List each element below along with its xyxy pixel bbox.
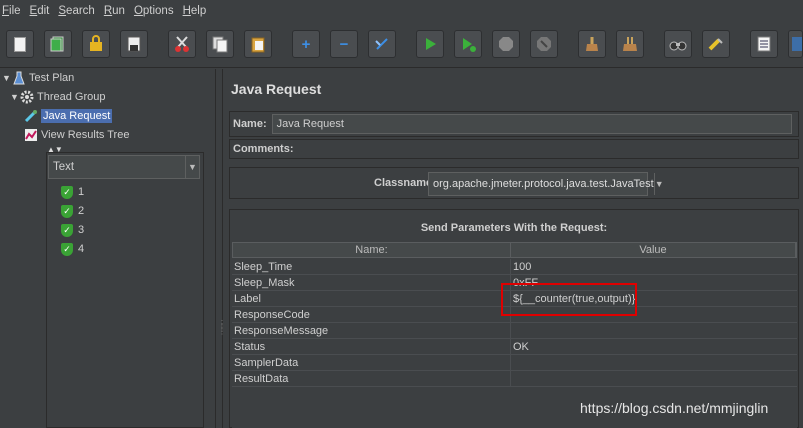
list-item[interactable]: ✓ 2 (61, 202, 84, 220)
param-value-cell[interactable] (511, 323, 797, 338)
menu-run[interactable]: Run (104, 5, 125, 17)
list-item-label: 1 (78, 186, 85, 198)
collapse-icon[interactable]: − (330, 30, 358, 58)
table-row[interactable]: Sleep_Time 100 (232, 259, 797, 275)
tree-item-label: View Results Tree (41, 129, 130, 141)
page-title: Java Request (231, 81, 322, 97)
cut-icon[interactable] (168, 30, 196, 58)
stop-icon[interactable] (492, 30, 520, 58)
name-row: Name: Java Request (229, 111, 799, 137)
table-row[interactable]: Status OK (232, 339, 797, 355)
start-icon[interactable] (416, 30, 444, 58)
list-item[interactable]: ✓ 1 (61, 183, 84, 201)
column-header-name[interactable]: Name: (233, 243, 512, 257)
menu-edit[interactable]: Edit (30, 5, 50, 17)
classname-row: Classname: org.apache.jmeter.protocol.ja… (229, 167, 799, 199)
test-plan-icon (12, 71, 26, 85)
start-no-pause-icon[interactable] (454, 30, 482, 58)
save-icon[interactable] (120, 30, 148, 58)
menu-bar: File Edit Search Run Options Help (0, 0, 803, 22)
highlight-annotation-box (501, 283, 637, 316)
success-shield-icon: ✓ (61, 204, 73, 218)
param-name-cell[interactable]: SamplerData (232, 355, 511, 370)
new-icon[interactable] (6, 30, 34, 58)
tree-item-label: Test Plan (29, 72, 75, 84)
param-name-cell[interactable]: Status (232, 339, 511, 354)
clear-all-icon[interactable] (616, 30, 644, 58)
toolbar: + − (0, 22, 803, 68)
list-item[interactable]: ✓ 4 (61, 240, 84, 258)
parameters-section: Send Parameters With the Request: Name: … (229, 209, 799, 428)
paste-icon[interactable] (244, 30, 272, 58)
menu-options[interactable]: Options (134, 5, 174, 17)
chevron-down-icon: ▼ (653, 173, 664, 195)
parameters-title: Send Parameters With the Request: (420, 222, 608, 234)
list-item-label: 4 (78, 243, 85, 255)
comments-label: Comments: (233, 143, 294, 155)
java-request-panel: Java Request Name: Java Request Comments… (223, 69, 803, 428)
tree-item-java-request[interactable]: Java Request (24, 107, 113, 125)
tree-item-label: Java Request (41, 109, 113, 123)
name-field[interactable]: Java Request (271, 114, 792, 134)
classname-value: org.apache.jmeter.protocol.java.test.Jav… (433, 178, 654, 190)
renderer-select-value: Text (53, 161, 75, 173)
table-row[interactable]: SamplerData (232, 355, 797, 371)
tree-item-thread-group[interactable]: ▼ Thread Group (10, 88, 105, 106)
tree-item-test-plan[interactable]: ▼ Test Plan (2, 69, 74, 87)
param-name-cell[interactable]: ResultData (232, 371, 511, 386)
menu-file[interactable]: File (2, 5, 21, 17)
param-name-cell[interactable]: ResponseCode (232, 307, 511, 322)
shutdown-icon[interactable] (530, 30, 558, 58)
param-value-cell[interactable]: 100 (511, 259, 797, 274)
comments-row[interactable]: Comments: (229, 139, 799, 159)
list-item-label: 2 (78, 205, 85, 217)
expand-toggle-icon[interactable]: ▼ (10, 92, 20, 102)
classname-label: Classname: (374, 177, 436, 189)
tree-item-label: Thread Group (37, 91, 106, 103)
param-name-cell[interactable]: Label (232, 291, 511, 306)
open-icon[interactable] (82, 30, 110, 58)
results-list-pane: ▲▼ Text ▼ ✓ 1 ✓ 2 ✓ 3 ✓ 4 (46, 145, 204, 428)
toggle-icon[interactable] (368, 30, 396, 58)
search-icon[interactable] (664, 30, 692, 58)
param-name-cell[interactable]: Sleep_Time (232, 259, 511, 274)
watermark: https://blog.csdn.net/mmjinglin (580, 400, 769, 416)
expand-icon[interactable]: + (292, 30, 320, 58)
chevron-down-icon: ▼ (185, 156, 199, 178)
copy-icon[interactable] (206, 30, 234, 58)
column-header-value[interactable]: Value (511, 243, 796, 257)
param-value-cell[interactable]: OK (511, 339, 797, 354)
templates-icon[interactable] (44, 30, 72, 58)
success-shield-icon: ✓ (61, 185, 73, 199)
clear-icon[interactable] (578, 30, 606, 58)
classname-select[interactable]: org.apache.jmeter.protocol.java.test.Jav… (428, 172, 664, 196)
table-row[interactable]: ResultData (232, 371, 797, 387)
tree-item-view-results-tree[interactable]: View Results Tree (24, 126, 129, 144)
pipette-icon (24, 109, 38, 123)
success-shield-icon: ✓ (61, 223, 73, 237)
param-name-cell[interactable]: ResponseMessage (232, 323, 511, 338)
chart-icon (24, 128, 38, 142)
renderer-select[interactable]: Text ▼ (48, 155, 200, 179)
gear-icon (20, 90, 34, 104)
help-icon[interactable] (788, 30, 803, 58)
param-value-cell[interactable] (511, 355, 797, 370)
list-item[interactable]: ✓ 3 (61, 221, 84, 239)
table-header: Name: Value (232, 242, 797, 258)
table-row[interactable]: ResponseMessage (232, 323, 797, 339)
list-item-label: 3 (78, 224, 85, 236)
menu-search[interactable]: Search (58, 5, 94, 17)
menu-help[interactable]: Help (183, 5, 207, 17)
param-value-cell[interactable] (511, 371, 797, 386)
success-shield-icon: ✓ (61, 242, 73, 256)
function-helper-icon[interactable] (750, 30, 778, 58)
collapse-arrows-icon[interactable]: ▲▼ (47, 145, 63, 154)
name-label: Name: (233, 118, 267, 130)
reset-search-icon[interactable] (702, 30, 730, 58)
param-name-cell[interactable]: Sleep_Mask (232, 275, 511, 290)
expand-toggle-icon[interactable]: ▼ (2, 73, 12, 83)
